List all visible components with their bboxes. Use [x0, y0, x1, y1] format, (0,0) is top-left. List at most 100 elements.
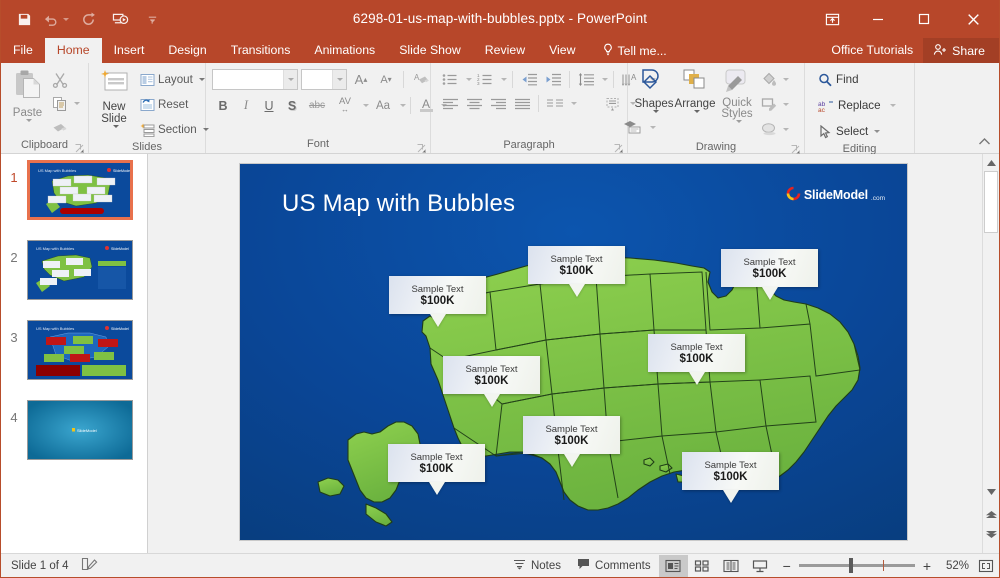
- share-button[interactable]: Share: [923, 38, 999, 63]
- thumbnail-slide-2[interactable]: 2 US Map with Bubbles SlideModel: [1, 240, 147, 300]
- font-name-input[interactable]: [212, 69, 298, 90]
- tab-home[interactable]: Home: [44, 38, 102, 63]
- zoom-track[interactable]: [798, 558, 915, 573]
- align-left-button[interactable]: [439, 93, 461, 114]
- drawing-dialog-launcher[interactable]: [791, 144, 800, 154]
- font-dialog-launcher[interactable]: [417, 143, 426, 153]
- slide-editing-area[interactable]: US Map with Bubbles SlideModel .com Samp…: [148, 154, 999, 553]
- quick-styles-button[interactable]: Quick Styles: [716, 66, 758, 125]
- thumbnail-slide-1[interactable]: 1 US Map with Bubbles SlideModel: [1, 160, 147, 220]
- previous-slide-button[interactable]: [983, 506, 999, 522]
- slide-canvas[interactable]: US Map with Bubbles SlideModel .com Samp…: [240, 164, 907, 540]
- shapes-dropdown-icon[interactable]: [652, 110, 659, 113]
- us-map-graphic[interactable]: Sample Text $100K Sample Text $100K Samp…: [240, 164, 907, 540]
- change-case-button[interactable]: Aa: [370, 95, 396, 116]
- view-slideshow-button[interactable]: [746, 555, 775, 577]
- slide-vertical-scrollbar[interactable]: [982, 154, 999, 553]
- tab-view[interactable]: View: [537, 38, 587, 63]
- new-slide-button[interactable]: New Slide: [94, 67, 134, 130]
- text-shadow-button[interactable]: S: [281, 95, 303, 116]
- shape-outline-button[interactable]: [758, 94, 792, 115]
- font-size-input[interactable]: [301, 69, 347, 90]
- replace-button[interactable]: ab ac Replace: [815, 95, 899, 116]
- zoom-level[interactable]: 52%: [939, 560, 973, 572]
- close-button[interactable]: [947, 0, 999, 38]
- view-slide-sorter-button[interactable]: [688, 555, 717, 577]
- new-slide-dropdown-icon[interactable]: [112, 125, 119, 128]
- notes-button[interactable]: Notes: [505, 555, 569, 577]
- tab-transitions[interactable]: Transitions: [219, 38, 303, 63]
- map-bubble[interactable]: Sample Text $100K: [682, 452, 779, 503]
- map-bubble[interactable]: Sample Text $100K: [528, 246, 625, 297]
- map-bubble[interactable]: Sample Text $100K: [648, 334, 745, 385]
- ribbon-display-options-button[interactable]: [809, 0, 855, 38]
- reset-button[interactable]: Reset: [137, 94, 212, 115]
- scrollbar-thumb[interactable]: [984, 171, 998, 233]
- view-normal-button[interactable]: [658, 554, 688, 577]
- arrange-dropdown-icon[interactable]: [693, 110, 700, 113]
- italic-button[interactable]: I: [235, 95, 257, 116]
- account-name[interactable]: Office Tutorials: [821, 38, 923, 63]
- shape-fill-button[interactable]: [758, 69, 792, 90]
- decrease-indent-button[interactable]: [518, 69, 540, 90]
- copy-dropdown-icon[interactable]: [74, 102, 80, 105]
- map-bubble[interactable]: Sample Text $100K: [389, 276, 486, 327]
- layout-button[interactable]: Layout: [137, 69, 212, 90]
- find-button[interactable]: Find: [815, 69, 899, 90]
- paste-button[interactable]: Paste: [6, 67, 49, 124]
- fit-to-window-button[interactable]: [973, 555, 999, 577]
- zoom-in-button[interactable]: +: [921, 558, 933, 574]
- character-spacing-button[interactable]: AV ↔: [331, 95, 359, 116]
- map-bubble[interactable]: Sample Text $100K: [523, 416, 620, 467]
- tell-me-search[interactable]: Tell me...: [588, 38, 677, 63]
- tab-animations[interactable]: Animations: [302, 38, 387, 63]
- align-text-button[interactable]: [599, 93, 625, 114]
- next-slide-button[interactable]: [983, 526, 999, 542]
- font-name-field[interactable]: [213, 71, 283, 88]
- scroll-down-button[interactable]: [983, 484, 999, 500]
- thumbnail-slide-3[interactable]: 3 US Map with Bubbles SlideModel: [1, 320, 147, 380]
- map-bubble[interactable]: Sample Text $100K: [388, 444, 485, 495]
- line-spacing-button[interactable]: [575, 69, 597, 90]
- collapse-ribbon-button[interactable]: [978, 135, 991, 149]
- decrease-font-size-button[interactable]: A ▾: [375, 69, 397, 90]
- tab-insert[interactable]: Insert: [102, 38, 157, 63]
- thumbnail-slide-4[interactable]: 4 SlideModel: [1, 400, 147, 460]
- justify-button[interactable]: [511, 93, 533, 114]
- underline-button[interactable]: U: [258, 95, 280, 116]
- font-size-dropdown-icon[interactable]: [332, 70, 346, 89]
- columns-button[interactable]: [544, 93, 566, 114]
- map-bubble[interactable]: Sample Text $100K: [721, 249, 818, 300]
- clear-formatting-button[interactable]: A: [410, 69, 432, 90]
- paragraph-dialog-launcher[interactable]: [614, 143, 623, 153]
- bold-button[interactable]: B: [212, 95, 234, 116]
- view-reading-button[interactable]: [717, 555, 746, 577]
- shapes-button[interactable]: Shapes: [634, 66, 674, 115]
- quick-styles-dropdown-icon[interactable]: [735, 120, 742, 123]
- map-bubble[interactable]: Sample Text $100K: [443, 356, 540, 407]
- layout-dropdown-icon[interactable]: [198, 78, 205, 81]
- font-size-field[interactable]: [302, 71, 332, 88]
- tab-slide-show[interactable]: Slide Show: [387, 38, 473, 63]
- bullets-button[interactable]: [439, 69, 461, 90]
- comments-button[interactable]: Comments: [569, 555, 659, 577]
- tab-review[interactable]: Review: [473, 38, 537, 63]
- align-right-button[interactable]: [487, 93, 509, 114]
- paste-dropdown-icon[interactable]: [26, 119, 32, 122]
- numbering-button[interactable]: 123: [474, 69, 496, 90]
- clipboard-dialog-launcher[interactable]: [75, 143, 84, 153]
- format-painter-button[interactable]: [49, 117, 83, 138]
- tab-design[interactable]: Design: [156, 38, 218, 63]
- notes-page-icon[interactable]: [81, 557, 98, 574]
- increase-font-size-button[interactable]: A ▴: [350, 69, 372, 90]
- font-name-dropdown-icon[interactable]: [283, 70, 297, 89]
- select-button[interactable]: Select: [815, 121, 899, 142]
- strikethrough-button[interactable]: abc: [304, 95, 330, 116]
- zoom-slider[interactable]: − +: [775, 558, 939, 574]
- copy-button[interactable]: [49, 93, 83, 114]
- slide-thumbnail-pane[interactable]: 1 US Map with Bubbles SlideModel 2 US Ma…: [1, 154, 148, 553]
- increase-indent-button[interactable]: [542, 69, 564, 90]
- maximize-button[interactable]: [901, 0, 947, 38]
- tab-file[interactable]: File: [1, 38, 45, 63]
- align-center-button[interactable]: [463, 93, 485, 114]
